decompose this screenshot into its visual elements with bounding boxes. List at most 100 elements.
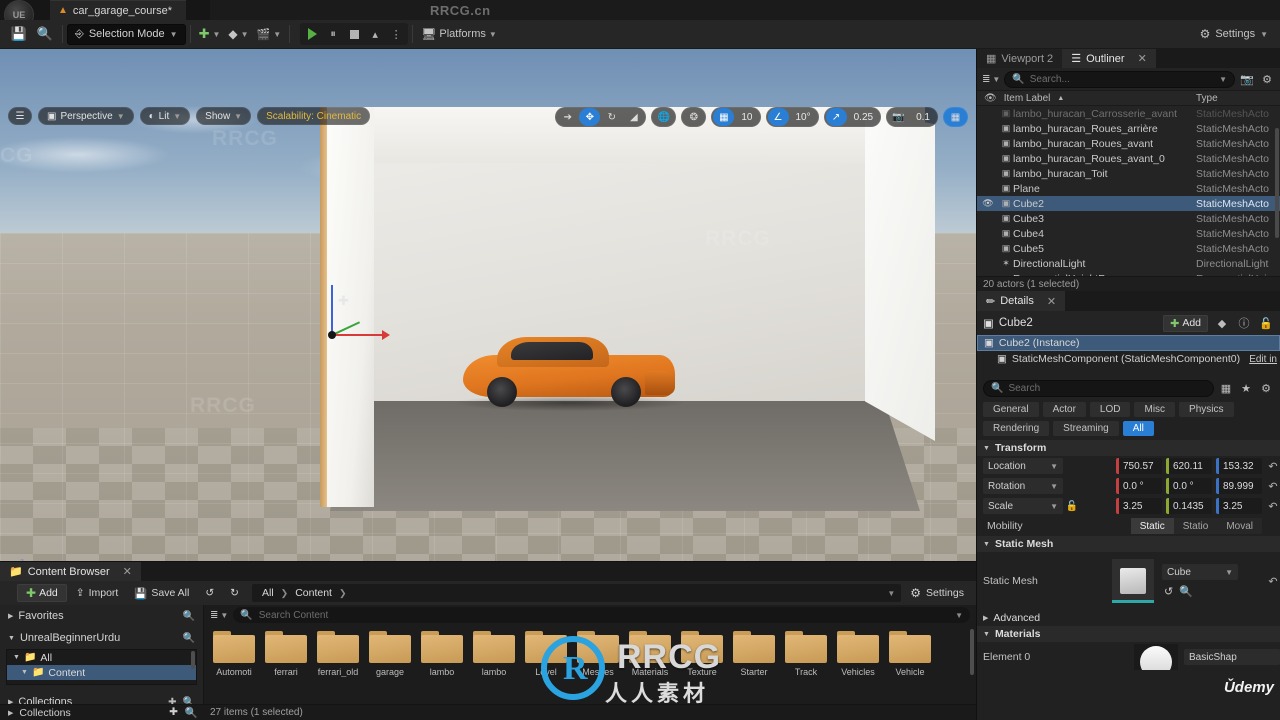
lamborghini-huracan-model[interactable] bbox=[455, 337, 683, 411]
mobility-movable-button[interactable]: Moval bbox=[1217, 518, 1262, 534]
grid-scrollbar[interactable] bbox=[970, 629, 974, 675]
rotation-z-input[interactable]: 89.999 bbox=[1216, 478, 1262, 494]
scale-tool-button[interactable]: ◢ bbox=[623, 108, 644, 126]
sidebar-folder-tree[interactable]: ▼ 📁 All ▼ 📁 Content bbox=[6, 649, 197, 685]
show-dropdown[interactable]: Show ▼ bbox=[196, 107, 252, 125]
outliner-row[interactable]: ▣ lambo_huracan_Toit StaticMeshActo bbox=[977, 166, 1280, 181]
reset-arrow-icon[interactable]: ↶ bbox=[1266, 575, 1280, 588]
gizmo-axis-z[interactable] bbox=[331, 285, 333, 335]
plus-circle-icon[interactable]: ✚ bbox=[169, 706, 178, 719]
gizmo-origin[interactable] bbox=[328, 331, 336, 339]
chevron-down-icon[interactable]: ▼ bbox=[955, 611, 963, 620]
outliner-row[interactable]: ✶ DirectionalLight DirectionalLight bbox=[977, 256, 1280, 271]
close-icon[interactable]: ✕ bbox=[123, 565, 132, 578]
browse-content-icon[interactable]: 🔍 bbox=[32, 22, 58, 46]
breadcrumb-item-all[interactable]: All bbox=[262, 587, 274, 599]
cb-filter-button[interactable]: ≣ ▼ bbox=[210, 610, 228, 621]
viewport-layout-button[interactable]: ▦ bbox=[945, 108, 966, 126]
scale-snap-toggle[interactable]: ↗ bbox=[825, 108, 847, 126]
search-icon[interactable]: 🔍 bbox=[185, 706, 198, 719]
tab-outliner[interactable]: ☰ Outliner ✕ bbox=[1062, 49, 1156, 68]
scale-z-input[interactable]: 3.25 bbox=[1216, 498, 1262, 514]
star-icon[interactable]: ★ bbox=[1238, 380, 1254, 396]
toolbar-settings-button[interactable]: ⚙ Settings ▼ bbox=[1194, 23, 1274, 45]
perspective-dropdown[interactable]: ▣ Perspective ▼ bbox=[38, 107, 134, 125]
filter-chip-streaming[interactable]: Streaming bbox=[1053, 421, 1119, 436]
reset-arrow-icon[interactable]: ↶ bbox=[1266, 480, 1280, 493]
outliner-row[interactable]: ▣ lambo_huracan_Roues_arrière StaticMesh… bbox=[977, 121, 1280, 136]
column-item-label[interactable]: 👁 Item Label ▲ bbox=[977, 93, 1196, 104]
cb-search-input[interactable]: 🔍 Search Content ▼ bbox=[233, 607, 970, 623]
component-tree-child[interactable]: ▣ StaticMeshComponent (StaticMeshCompone… bbox=[977, 351, 1280, 367]
breadcrumb-item-content[interactable]: Content bbox=[295, 587, 332, 599]
select-tool-button[interactable]: ➔ bbox=[557, 108, 578, 126]
location-dropdown[interactable]: Location ▼ bbox=[983, 458, 1063, 474]
filter-chip-all[interactable]: All bbox=[1122, 421, 1154, 436]
component-tree-root[interactable]: ▣ Cube2 (Instance) bbox=[977, 335, 1280, 351]
reset-arrow-icon[interactable]: ↶ bbox=[1266, 460, 1280, 473]
folder-item[interactable]: Materials bbox=[626, 629, 674, 677]
rotation-dropdown[interactable]: Rotation ▼ bbox=[983, 478, 1063, 494]
details-search-input[interactable]: 🔍 Search bbox=[983, 379, 1214, 397]
filter-chip-rendering[interactable]: Rendering bbox=[983, 421, 1050, 436]
grid-snap-toggle[interactable]: ▦ bbox=[713, 108, 735, 126]
angle-snap-value[interactable]: 10° bbox=[790, 108, 817, 126]
save-icon[interactable]: 💾 bbox=[6, 22, 32, 46]
cb-breadcrumb-bar[interactable]: All ❯ Content ❯ ▼ bbox=[251, 584, 902, 602]
tree-item-all[interactable]: ▼ 📁 All bbox=[7, 650, 196, 665]
selection-mode-button[interactable]: ⎆ Selection Mode ▼ bbox=[67, 23, 186, 45]
outliner-row[interactable]: ▣ Plane StaticMeshActo bbox=[977, 181, 1280, 196]
scale-x-input[interactable]: 3.25 bbox=[1116, 498, 1162, 514]
folder-item[interactable]: lambo bbox=[470, 629, 518, 677]
blueprint-button[interactable]: ◆ ▼ bbox=[224, 23, 252, 45]
section-transform[interactable]: ▼ Transform bbox=[977, 440, 1280, 456]
rotation-x-input[interactable]: 0.0 ° bbox=[1116, 478, 1162, 494]
folder-item[interactable]: Meshes bbox=[574, 629, 622, 677]
filter-chip-lod[interactable]: LOD bbox=[1089, 402, 1131, 417]
cinematics-button[interactable]: 🎬 ▼ bbox=[253, 23, 286, 45]
folder-item[interactable]: Automoti bbox=[210, 629, 258, 677]
edit-in-blueprint-link[interactable]: Edit in bbox=[1249, 354, 1280, 365]
stop-button[interactable] bbox=[344, 24, 364, 44]
collections-status[interactable]: ▶ Collections ✚ 🔍 bbox=[0, 706, 204, 719]
more-options-button[interactable]: ⋮ bbox=[386, 24, 406, 44]
tree-item-content[interactable]: ▼ 📁 Content bbox=[7, 665, 196, 680]
filter-chip-misc[interactable]: Misc bbox=[1134, 402, 1176, 417]
filter-chip-actor[interactable]: Actor bbox=[1042, 402, 1086, 417]
help-icon[interactable]: ⓘ bbox=[1236, 315, 1252, 331]
column-type-label[interactable]: Type bbox=[1196, 93, 1280, 104]
cb-settings-button[interactable]: ⚙ Settings bbox=[903, 586, 971, 600]
eject-button[interactable]: ▴ bbox=[365, 24, 385, 44]
search-icon[interactable]: 🔍 bbox=[183, 611, 195, 622]
column-layout-icon[interactable]: ▦ bbox=[1218, 380, 1234, 396]
chevron-down-icon[interactable]: ▼ bbox=[1219, 75, 1227, 84]
cb-save-all-button[interactable]: 💾 Save All bbox=[127, 584, 196, 602]
filter-chip-general[interactable]: General bbox=[983, 402, 1039, 417]
folder-item[interactable]: lambo bbox=[418, 629, 466, 677]
folder-item[interactable]: Starter bbox=[730, 629, 778, 677]
search-icon[interactable]: 🔍 bbox=[183, 633, 195, 644]
gizmo-axis-x[interactable] bbox=[332, 334, 384, 336]
unlock-ratio-icon[interactable]: 🔓 bbox=[1063, 501, 1081, 512]
outliner-row[interactable]: ▣ Cube4 StaticMeshActo bbox=[977, 226, 1280, 241]
cb-import-button[interactable]: ⇪ Import bbox=[69, 584, 126, 602]
folder-item[interactable]: ferrari_old bbox=[314, 629, 362, 677]
outliner-row-selected[interactable]: 👁 ▣ Cube2 StaticMeshActo bbox=[977, 196, 1280, 211]
find-in-content-icon[interactable]: 🔍 bbox=[1179, 585, 1193, 598]
outliner-scrollbar[interactable] bbox=[1275, 128, 1279, 238]
chevron-down-icon[interactable]: ▼ bbox=[887, 589, 895, 598]
folder-item[interactable]: garage bbox=[366, 629, 414, 677]
reset-arrow-icon[interactable]: ↶ bbox=[1266, 500, 1280, 513]
level-viewport[interactable]: ✚ z x y CG RRCG RRCG RRCG ☰ ▣ Pe bbox=[0, 49, 976, 561]
sidebar-favorites[interactable]: ▶ Favorites 🔍 bbox=[0, 605, 203, 627]
tab-details[interactable]: ✏ Details ✕ bbox=[977, 291, 1066, 311]
outliner-row[interactable]: ☁ ExponentialHeightFog ExponentialHeig bbox=[977, 271, 1280, 277]
cb-add-button[interactable]: ✚ Add bbox=[17, 584, 67, 602]
camera-speed-icon[interactable]: 📷 bbox=[888, 108, 909, 126]
add-component-button[interactable]: ✚ Add bbox=[1163, 314, 1208, 332]
folder-item[interactable]: ferrari bbox=[262, 629, 310, 677]
snapshot-icon[interactable]: 📷 bbox=[1239, 71, 1255, 87]
rotation-y-input[interactable]: 0.0 ° bbox=[1166, 478, 1212, 494]
folder-item[interactable]: Vehicles bbox=[834, 629, 882, 677]
move-gizmo[interactable]: ✚ bbox=[326, 285, 390, 347]
